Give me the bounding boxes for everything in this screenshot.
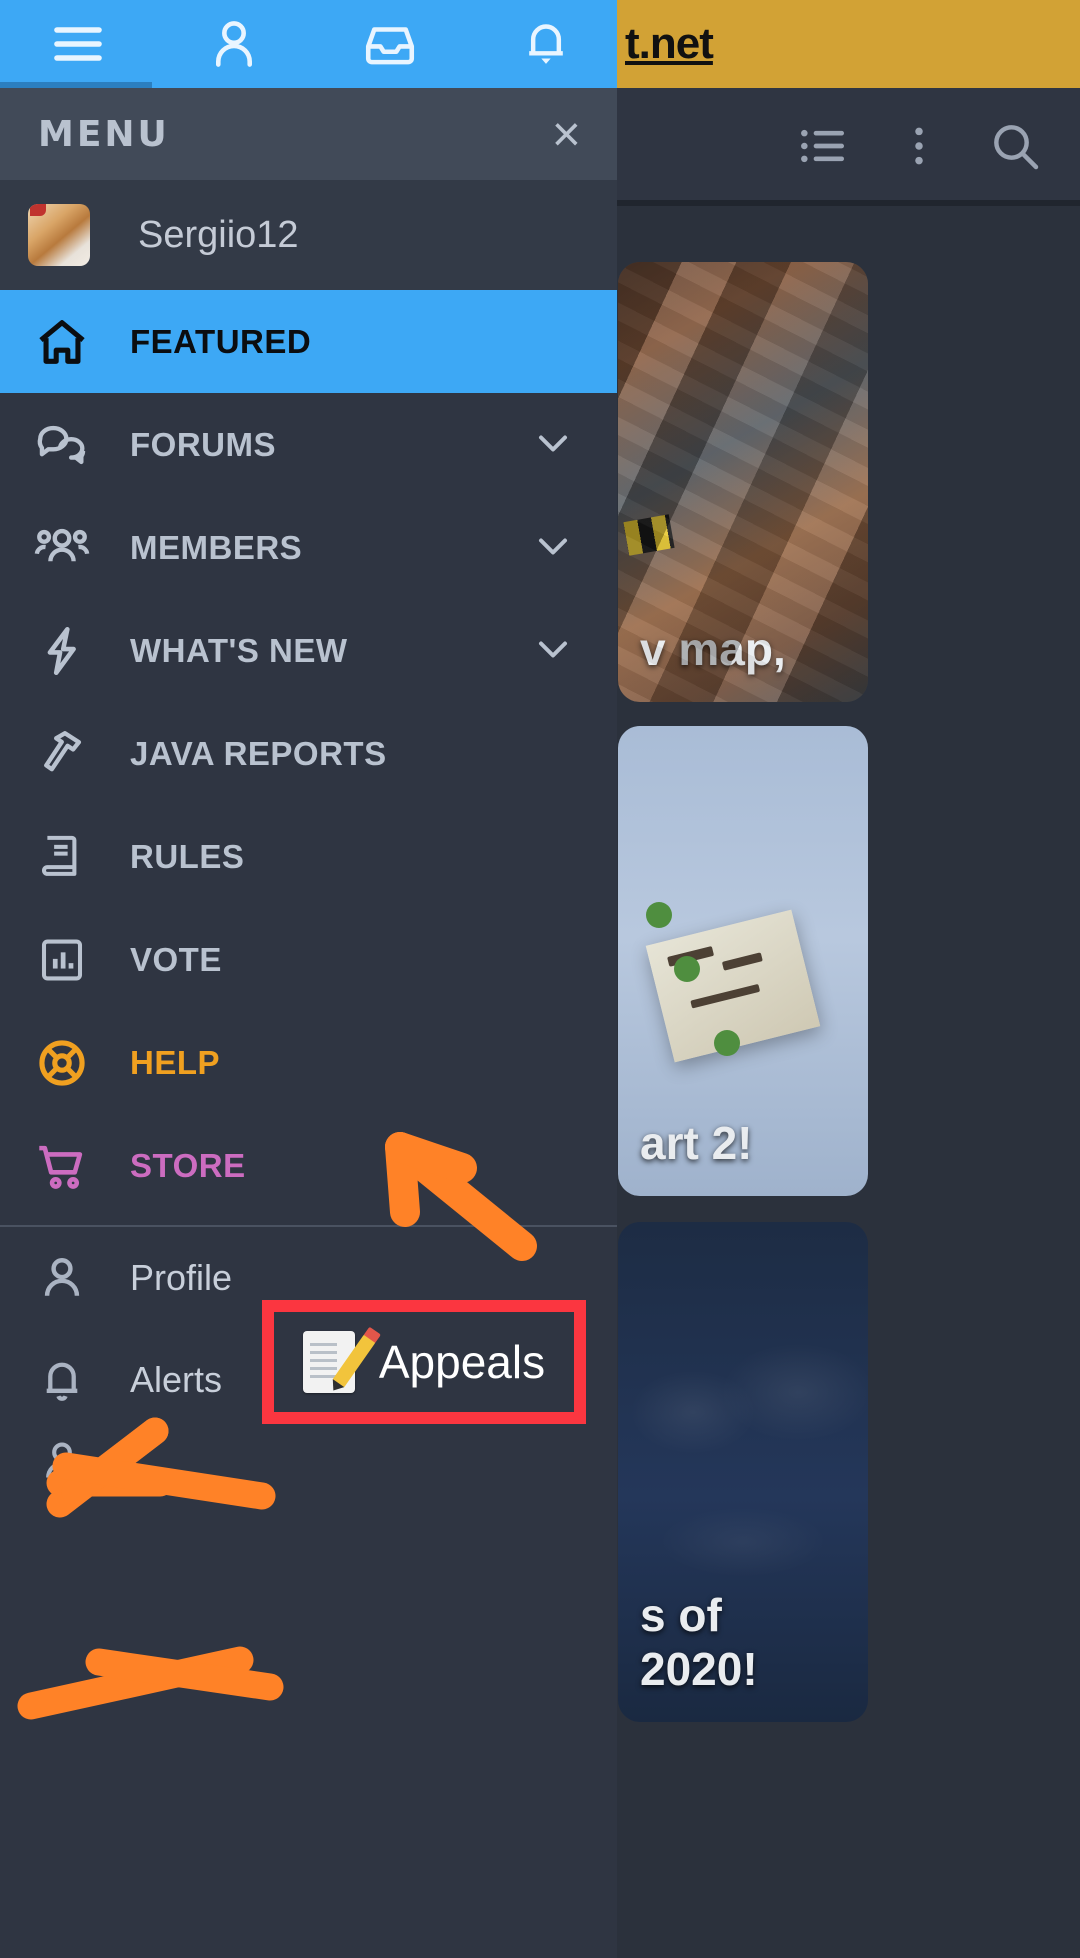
sidebar-item-label: WHAT'S NEW bbox=[130, 631, 348, 669]
search-icon[interactable] bbox=[984, 115, 1046, 177]
close-icon[interactable]: × bbox=[552, 109, 581, 159]
sidebar-item-label: FORUMS bbox=[130, 425, 276, 463]
sidebar-item-store[interactable]: STORE bbox=[0, 1114, 617, 1217]
inbox-icon[interactable] bbox=[312, 0, 468, 88]
appeals-label: Appeals bbox=[378, 1336, 546, 1388]
bell-icon[interactable] bbox=[468, 0, 624, 88]
sidebar-item-label: JAVA REPORTS bbox=[130, 734, 387, 772]
sidebar-item-label: Alerts bbox=[130, 1359, 223, 1400]
sidebar-item-forums[interactable]: FORUMS bbox=[0, 393, 617, 496]
navigation-drawer: MENU × Sergiio12 FEATURED FORUMS MEMBERS… bbox=[0, 88, 617, 1958]
chevron-down-icon[interactable] bbox=[529, 418, 577, 471]
appeals-highlight-box[interactable]: Appeals bbox=[262, 1300, 586, 1424]
sidebar-item-members[interactable]: MEMBERS bbox=[0, 496, 617, 599]
decor-stripe bbox=[623, 514, 675, 556]
person-outline-icon bbox=[26, 1250, 98, 1306]
sidebar-item-rules[interactable]: RULES bbox=[0, 805, 617, 908]
decor-tree bbox=[674, 956, 700, 982]
card-caption: art 2! bbox=[640, 1117, 753, 1169]
username-label: Sergiio12 bbox=[138, 213, 299, 256]
sidebar-item-label: MEMBERS bbox=[130, 528, 303, 566]
memo-pencil-icon bbox=[302, 1331, 376, 1393]
lightning-icon bbox=[26, 622, 98, 680]
sidebar-item-label: RULES bbox=[130, 837, 245, 875]
book-icon bbox=[26, 830, 98, 884]
decor-tree bbox=[646, 902, 672, 928]
card-caption: s of 2020! bbox=[640, 1589, 758, 1695]
hammer-icon bbox=[26, 725, 98, 783]
chevron-down-icon[interactable] bbox=[529, 624, 577, 677]
sidebar-item-partial[interactable] bbox=[0, 1431, 617, 1491]
sidebar-item-featured[interactable]: FEATURED bbox=[0, 290, 617, 393]
card-caption: v map, bbox=[640, 623, 786, 675]
hamburger-menu-icon[interactable] bbox=[0, 0, 156, 88]
sidebar-item-label: STORE bbox=[130, 1146, 246, 1184]
list-item[interactable]: s of 2020! bbox=[618, 1222, 868, 1722]
chat-bubbles-icon bbox=[26, 416, 98, 474]
decor-tree bbox=[714, 1030, 740, 1056]
cart-icon bbox=[26, 1137, 98, 1195]
list-item[interactable]: v map, bbox=[618, 262, 868, 702]
sidebar-item-vote[interactable]: VOTE bbox=[0, 908, 617, 1011]
lifebuoy-icon bbox=[26, 1035, 98, 1091]
sidebar-item-whats-new[interactable]: WHAT'S NEW bbox=[0, 599, 617, 702]
app-bar bbox=[0, 0, 617, 89]
more-vertical-icon[interactable] bbox=[888, 115, 950, 177]
sidebar-item-label: VOTE bbox=[130, 940, 222, 978]
list-item[interactable]: art 2! bbox=[618, 726, 868, 1196]
avatar bbox=[28, 204, 90, 266]
people-icon bbox=[26, 519, 98, 577]
person-outline-icon bbox=[26, 1435, 98, 1487]
drawer-user-row[interactable]: Sergiio12 bbox=[0, 180, 617, 290]
home-icon bbox=[26, 313, 98, 371]
bell-outline-icon bbox=[26, 1353, 98, 1407]
page-title: MENU bbox=[38, 113, 170, 155]
bar-chart-icon bbox=[26, 933, 98, 987]
drawer-header: MENU × bbox=[0, 88, 617, 180]
site-banner-text: t.net bbox=[625, 19, 714, 68]
chevron-down-icon[interactable] bbox=[529, 521, 577, 574]
sidebar-item-label: Profile bbox=[130, 1257, 233, 1298]
sidebar-item-help[interactable]: HELP bbox=[0, 1011, 617, 1114]
sidebar-item-label: HELP bbox=[130, 1043, 221, 1081]
sidebar-item-label: FEATURED bbox=[130, 322, 312, 360]
sidebar-item-java-reports[interactable]: JAVA REPORTS bbox=[0, 702, 617, 805]
list-icon[interactable] bbox=[792, 115, 854, 177]
user-icon[interactable] bbox=[156, 0, 312, 88]
